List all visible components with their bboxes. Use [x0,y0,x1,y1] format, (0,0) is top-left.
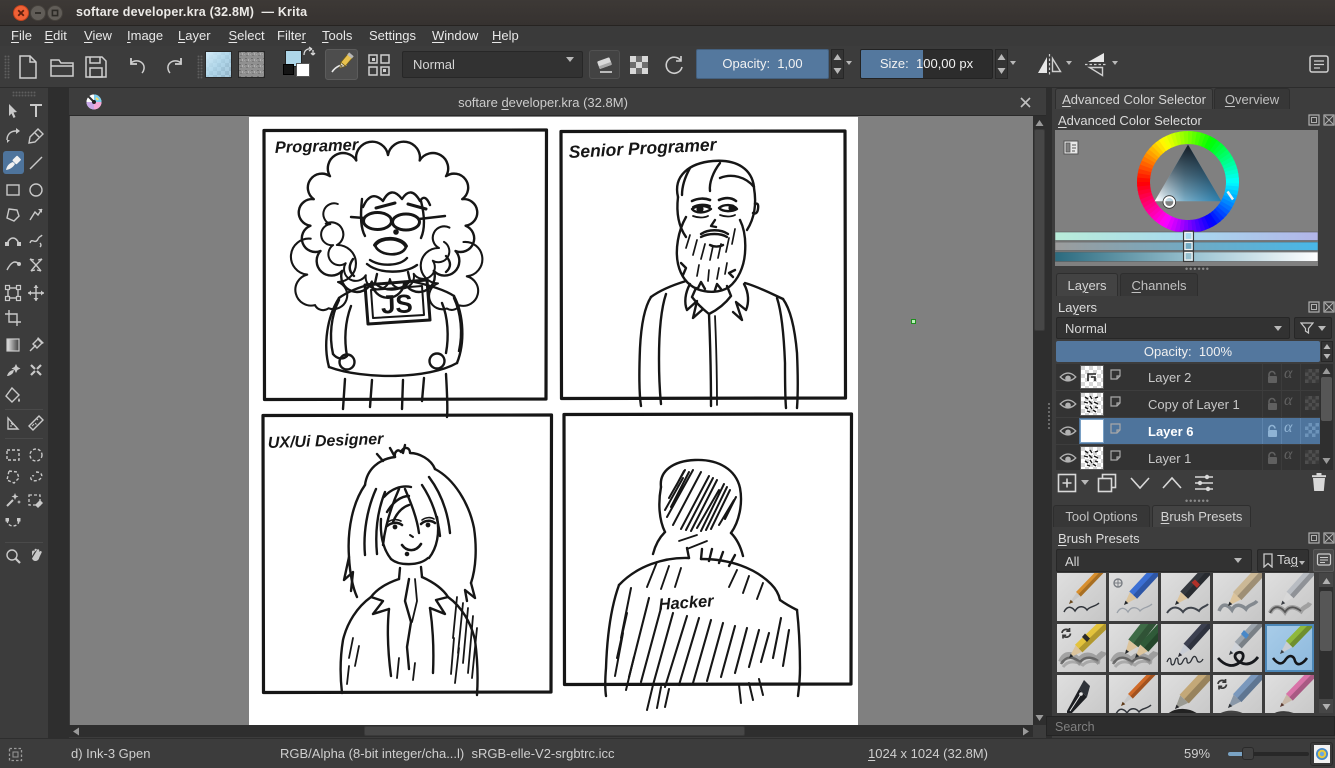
svg-text:Programer: Programer [275,136,361,157]
svg-text:Hacker: Hacker [658,592,716,614]
svg-text:Senior Programer: Senior Programer [568,134,718,162]
svg-text:UX/Ui Designer: UX/Ui Designer [268,431,385,452]
svg-text:JS: JS [380,288,413,319]
